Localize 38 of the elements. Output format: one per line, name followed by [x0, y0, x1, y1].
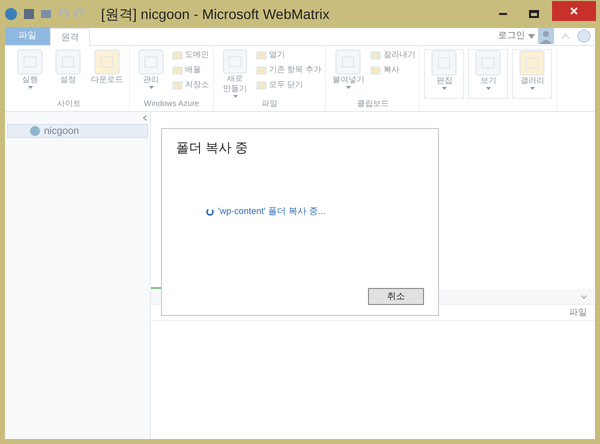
small-ribbon-icon [256, 50, 267, 60]
column-header: 파일 [569, 306, 587, 319]
caret-icon [528, 34, 535, 39]
close-icon [570, 7, 578, 15]
small-ribbon-icon [172, 80, 183, 90]
window-title: [원격] nicgoon - Microsoft WebMatrix [101, 4, 330, 24]
chevron-icon[interactable] [581, 294, 587, 298]
dialog-title: 폴더 복사 중 [176, 139, 250, 157]
save-icon[interactable] [23, 8, 35, 20]
undo-icon[interactable] [57, 8, 69, 20]
spinner-icon [206, 208, 214, 216]
square-icon [136, 49, 166, 75]
small-ribbon-icon [370, 64, 382, 76]
ribbon-group-label: Windows Azure [142, 98, 200, 110]
square-icon [220, 49, 250, 74]
small-ribbon-icon [172, 50, 183, 60]
square-icon [429, 50, 460, 76]
ribbon-tab[interactable]: 파일 [5, 27, 50, 45]
caret-icon[interactable] [562, 34, 569, 39]
cancel-button[interactable]: 취소 [368, 288, 424, 305]
app-icon [4, 7, 18, 21]
ribbon-group-label: 클립보드 [356, 98, 390, 110]
user-icon[interactable] [538, 28, 554, 44]
square-icon [333, 49, 364, 75]
small-ribbon-icon [172, 64, 183, 76]
progress-message: 'wp-content' 폴더 복사 중... [218, 205, 326, 218]
ribbon-tab[interactable]: 원격 [50, 28, 90, 46]
ribbon-group-label: 사이트 [56, 98, 82, 110]
redo-icon[interactable] [74, 8, 86, 20]
small-ribbon-icon [256, 64, 267, 76]
small-ribbon-icon [256, 80, 267, 90]
site-item[interactable]: nicgoon [7, 124, 148, 138]
close-button[interactable] [552, 1, 596, 21]
login-link[interactable]: 로그인 [498, 28, 525, 42]
small-ribbon-icon [370, 50, 382, 60]
ribbon-group-label: 파일 [260, 98, 279, 110]
collapse-icon[interactable] [143, 115, 147, 121]
square-icon [15, 49, 45, 75]
